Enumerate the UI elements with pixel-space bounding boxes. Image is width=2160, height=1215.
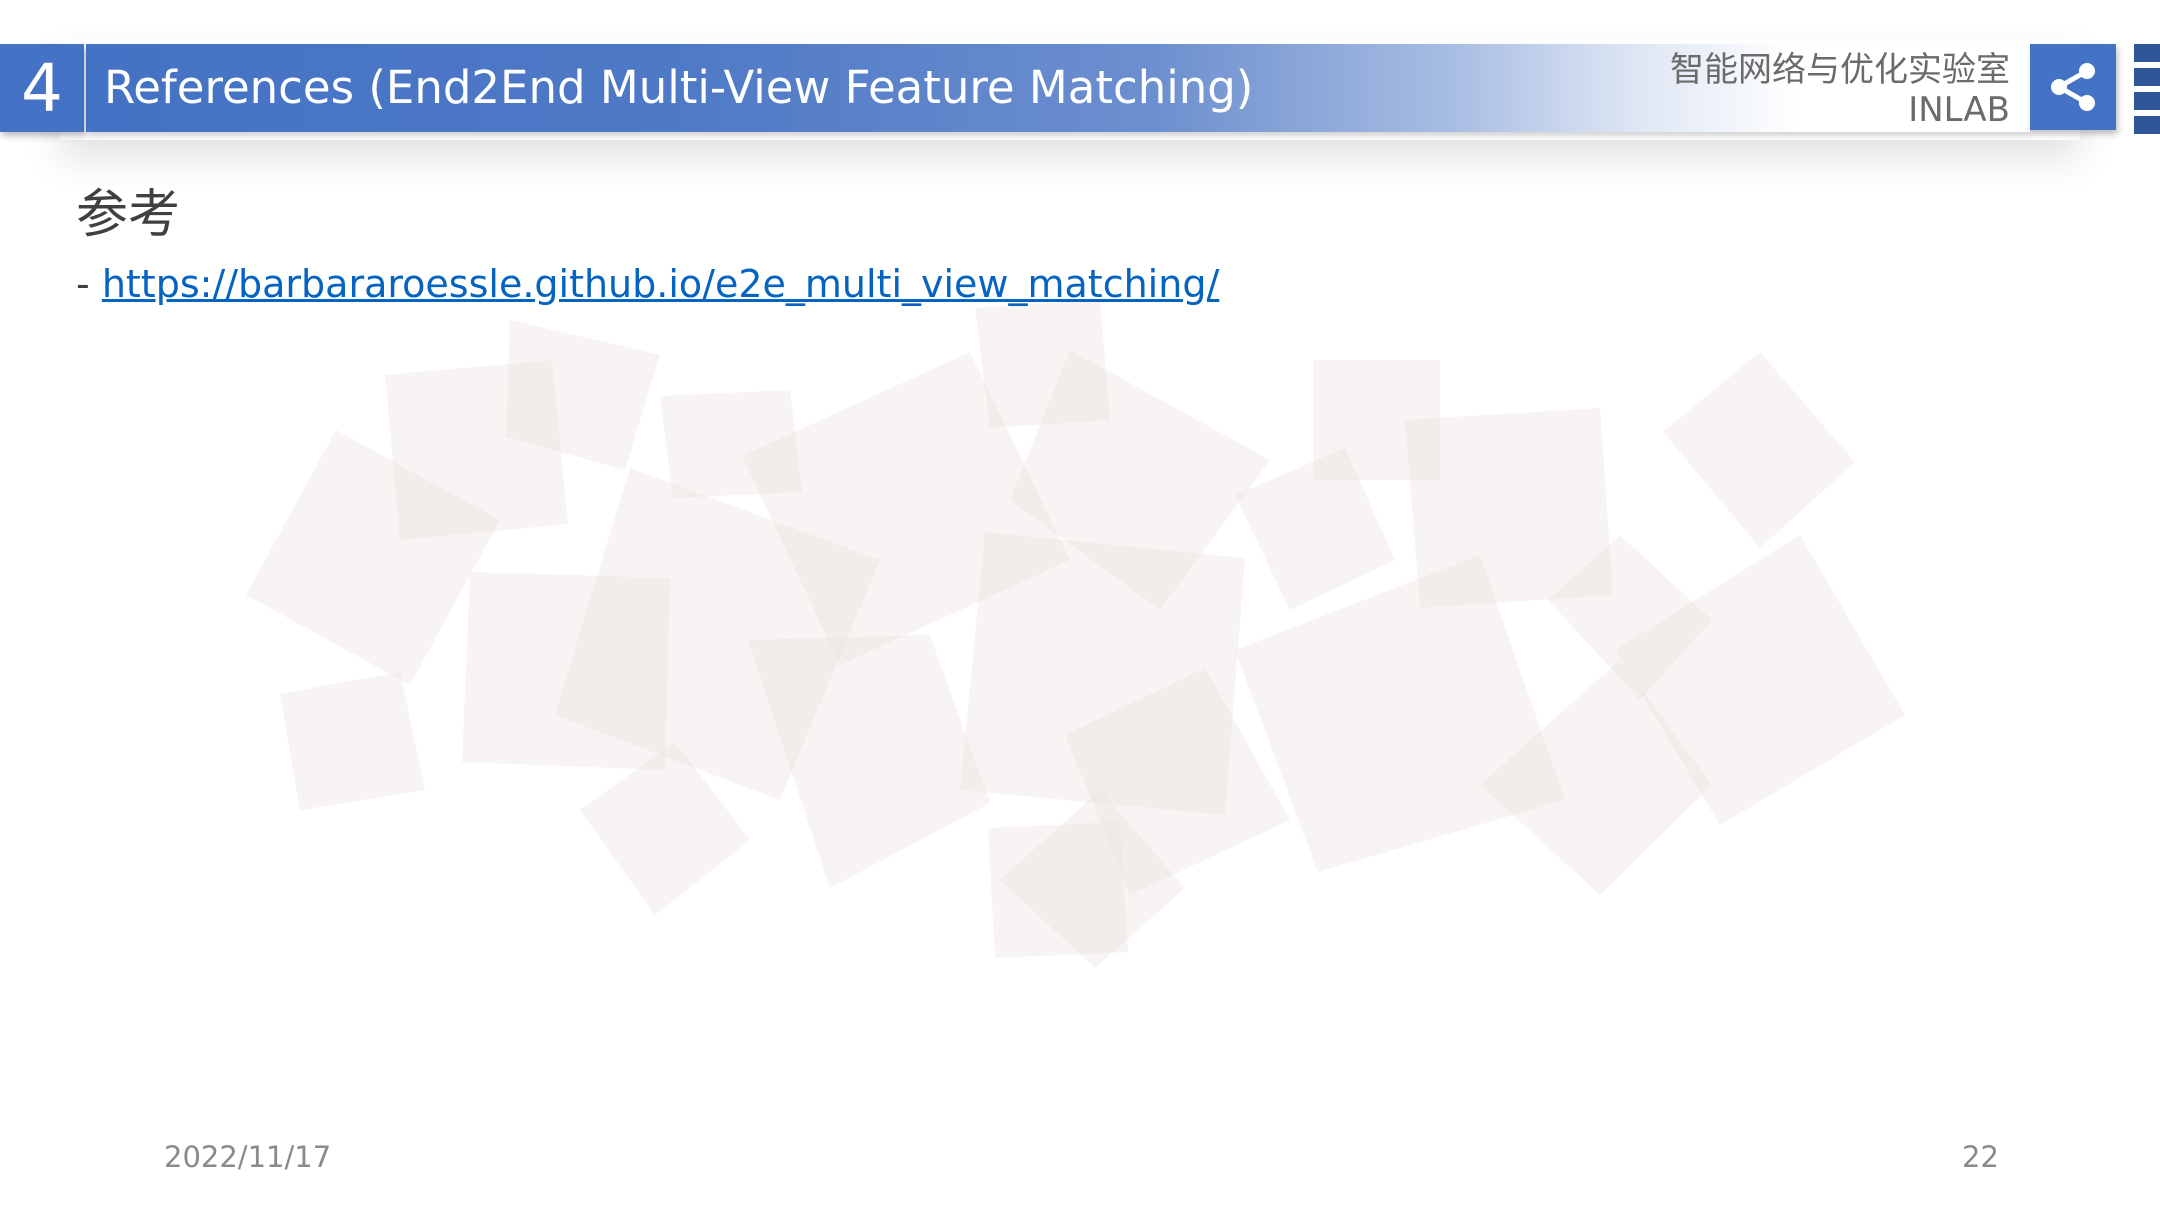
lab-name-chinese: 智能网络与优化实验室 (1670, 50, 2010, 90)
bullet-dash: - (76, 262, 90, 306)
share-button[interactable] (2030, 44, 2116, 130)
section-number: 4 (21, 49, 63, 127)
lab-name-english: INLAB (1908, 90, 2010, 130)
decorative-squares-background (246, 300, 1905, 968)
edge-stripes-decoration (2134, 44, 2160, 134)
share-icon (2051, 63, 2095, 111)
reference-link[interactable]: https://barbararoessle.github.io/e2e_mul… (102, 262, 1219, 306)
page-number: 22 (1962, 1140, 1999, 1174)
footer-date: 2022/11/17 (164, 1140, 332, 1174)
slide-title: References (End2End Multi-View Feature M… (104, 61, 1254, 114)
slide: 4 References (End2End Multi-View Feature… (0, 0, 2160, 1215)
section-heading: 参考 (76, 185, 181, 245)
reference-item: - https://barbararoessle.github.io/e2e_m… (76, 262, 1219, 306)
lab-name: 智能网络与优化实验室 INLAB (1670, 50, 2010, 130)
title-banner: References (End2End Multi-View Feature M… (86, 44, 2030, 132)
section-number-badge: 4 (0, 44, 84, 132)
